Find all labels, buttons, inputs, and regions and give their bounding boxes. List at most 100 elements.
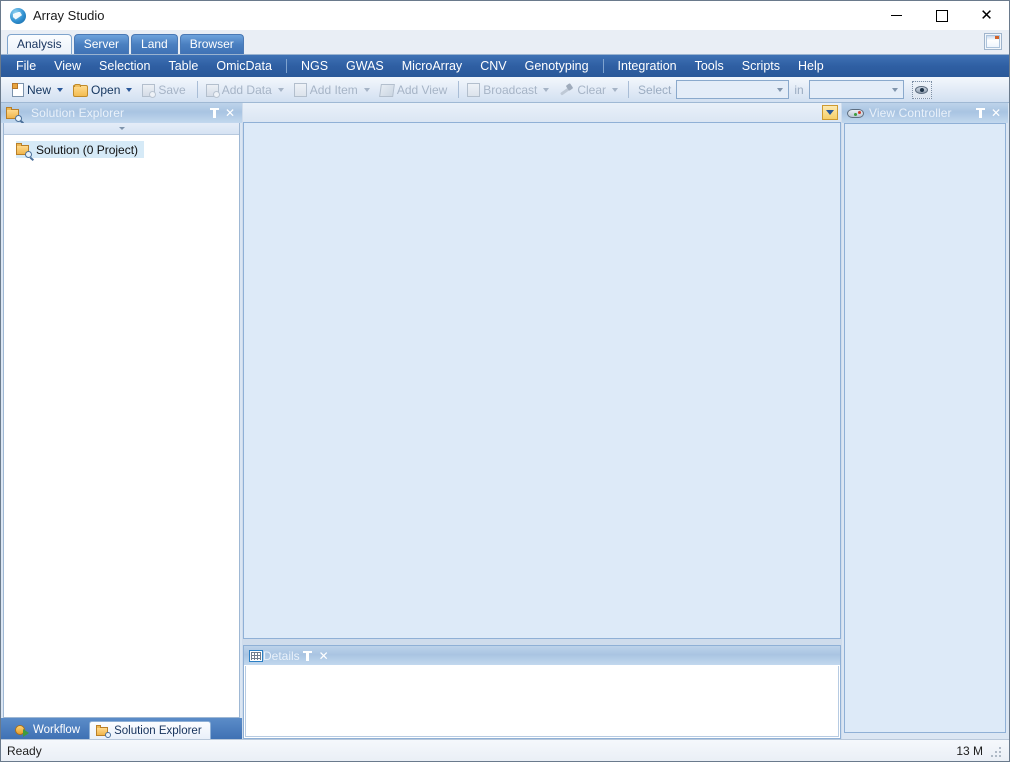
close-icon: ✕: [980, 6, 993, 24]
memory-usage-text: 13 M: [956, 743, 983, 758]
maximize-icon: [935, 9, 948, 22]
chevron-down-icon: [826, 110, 834, 115]
toolbar-separator: [458, 81, 460, 98]
clear-button[interactable]: Clear: [555, 79, 624, 101]
chevron-down-icon: [777, 88, 784, 92]
in-label: in: [794, 82, 804, 97]
tab-analysis[interactable]: Analysis: [7, 34, 72, 54]
broadcast-icon: [467, 82, 481, 97]
status-bar: Ready 13 M: [1, 739, 1009, 761]
maximize-button[interactable]: [919, 1, 964, 30]
save-disk-icon: [142, 83, 157, 98]
menu-item-omicdata[interactable]: OmicData: [207, 55, 281, 77]
menu-item-tools[interactable]: Tools: [686, 55, 733, 77]
workspace: Solution Explorer ✕ Solution (0 Project): [1, 103, 1009, 739]
chevron-down-icon: [277, 87, 284, 92]
toolbar-separator: [628, 81, 630, 98]
tab-server[interactable]: Server: [73, 34, 130, 54]
menu-item-file[interactable]: File: [7, 55, 45, 77]
add-item-button[interactable]: Add Item: [290, 79, 376, 101]
chevron-down-icon: [612, 87, 619, 92]
dock-tab-solution-explorer-label: Solution Explorer: [114, 724, 202, 737]
visibility-toggle-button[interactable]: [911, 80, 932, 99]
menu-item-integration[interactable]: Integration: [609, 55, 686, 77]
new-button[interactable]: New: [6, 79, 69, 101]
chevron-down-icon: [126, 87, 133, 92]
menu-item-table[interactable]: Table: [159, 55, 207, 77]
menu-item-selection[interactable]: Selection: [90, 55, 159, 77]
select-combo[interactable]: [676, 80, 790, 99]
dock-tab-solution-explorer[interactable]: Solution Explorer: [89, 721, 211, 739]
eye-icon: [915, 85, 929, 94]
details-pin-button[interactable]: [300, 648, 316, 664]
add-view-icon: [378, 83, 395, 97]
solution-explorer-title: Solution Explorer: [31, 106, 125, 120]
solution-explorer-pin-button[interactable]: [206, 105, 222, 121]
add-data-button-label: Add Data: [221, 82, 272, 97]
tab-land[interactable]: Land: [131, 34, 178, 54]
tree-node-solution[interactable]: Solution (0 Project): [16, 141, 145, 158]
solution-explorer-body: Solution (0 Project): [3, 123, 240, 718]
menu-item-gwas[interactable]: GWAS: [337, 55, 393, 77]
save-button[interactable]: Save: [138, 79, 192, 101]
in-combo[interactable]: [808, 80, 904, 99]
solution-explorer-panel: Solution Explorer ✕ Solution (0 Project): [1, 103, 242, 718]
new-button-label: New: [27, 82, 52, 97]
open-button-label: Open: [91, 82, 121, 97]
chevron-down-icon: [363, 87, 370, 92]
menu-item-help[interactable]: Help: [789, 55, 833, 77]
menu-item-ngs[interactable]: NGS: [292, 55, 337, 77]
solution-tree[interactable]: Solution (0 Project): [4, 135, 239, 717]
tab-browser[interactable]: Browser: [179, 34, 244, 54]
menu-item-view[interactable]: View: [45, 55, 90, 77]
pin-icon: [209, 108, 219, 118]
add-view-button-label: Add View: [396, 82, 448, 97]
view-controller-close-button[interactable]: ✕: [988, 105, 1004, 121]
dock-tab-workflow[interactable]: Workflow: [9, 721, 88, 739]
pin-icon: [975, 108, 985, 118]
dock-tab-workflow-label: Workflow: [33, 724, 81, 736]
left-dock-tab-strip: Workflow Solution Explorer: [1, 718, 242, 739]
close-button[interactable]: ✕: [964, 1, 1009, 30]
details-panel-header: Details ✕: [244, 646, 840, 665]
add-data-button[interactable]: Add Data: [202, 79, 290, 101]
menu-item-scripts[interactable]: Scripts: [733, 55, 789, 77]
title-bar: Array Studio ✕: [1, 1, 1009, 30]
status-text: Ready: [7, 743, 42, 758]
menu-item-microarray[interactable]: MicroArray: [393, 55, 471, 77]
solution-explorer-icon: [6, 106, 22, 122]
document-canvas[interactable]: [243, 122, 841, 639]
array-studio-window: Array Studio ✕ Analysis Server Land Brow…: [0, 0, 1010, 762]
clear-brush-icon: [559, 83, 574, 97]
resize-grip-icon[interactable]: [991, 744, 1003, 757]
open-button[interactable]: Open: [69, 79, 138, 101]
tree-node-label: Solution (0 Project): [36, 142, 139, 157]
menu-item-cnv[interactable]: CNV: [471, 55, 515, 77]
table-grid-icon: [249, 649, 263, 662]
close-icon: ✕: [224, 106, 236, 120]
minimize-button[interactable]: [874, 1, 919, 30]
close-icon: ✕: [990, 106, 1002, 120]
solution-explorer-close-button[interactable]: ✕: [222, 105, 238, 121]
details-close-button[interactable]: ✕: [316, 648, 332, 664]
clear-button-label: Clear: [577, 82, 607, 97]
menu-separator: [285, 59, 287, 73]
menu-item-genotyping[interactable]: Genotyping: [516, 55, 598, 77]
window-controls: ✕: [874, 1, 1009, 30]
add-data-icon: [205, 83, 220, 98]
view-controller-body[interactable]: [844, 123, 1006, 733]
new-document-icon: [12, 82, 24, 97]
solution-explorer-header: Solution Explorer ✕: [1, 103, 242, 123]
document-list-dropdown[interactable]: [822, 105, 838, 120]
details-panel-body[interactable]: [245, 666, 839, 737]
game-controller-icon: [847, 107, 864, 119]
restore-window-icon[interactable]: [984, 33, 1002, 50]
add-view-button[interactable]: Add View: [376, 79, 454, 101]
toolbar-separator: [196, 81, 198, 98]
save-button-label: Save: [158, 82, 186, 97]
ribbon-tab-strip: Analysis Server Land Browser: [1, 30, 1009, 55]
broadcast-button[interactable]: Broadcast: [463, 79, 555, 101]
add-item-icon: [293, 82, 307, 97]
view-controller-pin-button[interactable]: [972, 105, 988, 121]
solution-explorer-toolstrip[interactable]: [4, 123, 239, 135]
